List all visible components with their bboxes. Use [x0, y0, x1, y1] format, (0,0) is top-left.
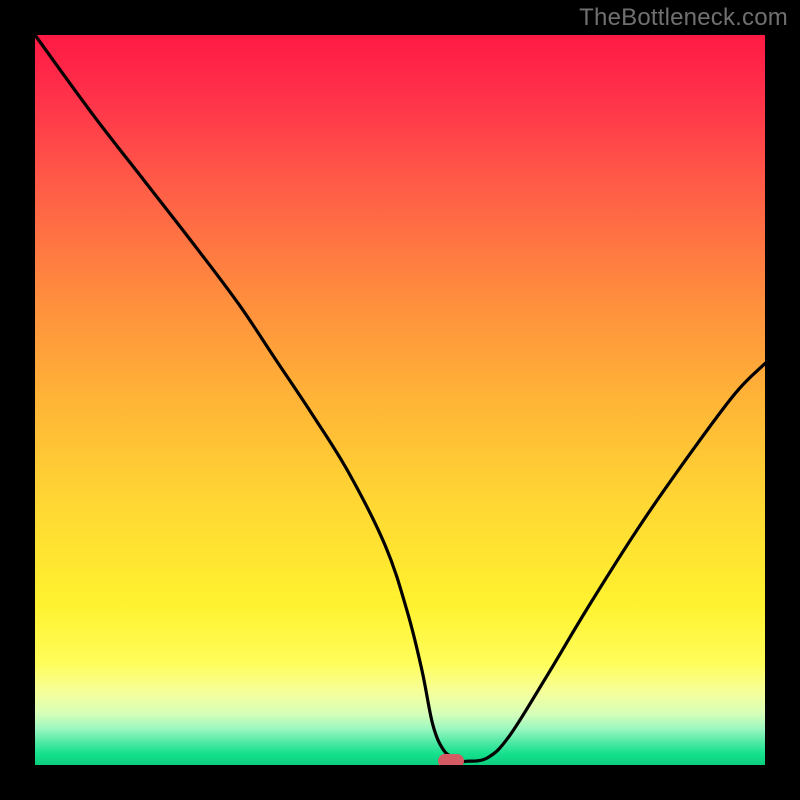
watermark-text: TheBottleneck.com	[579, 4, 788, 32]
plot-area	[35, 35, 765, 765]
chart-stage: TheBottleneck.com	[0, 0, 800, 800]
optimal-marker	[438, 754, 464, 765]
bottleneck-curve	[35, 35, 765, 765]
